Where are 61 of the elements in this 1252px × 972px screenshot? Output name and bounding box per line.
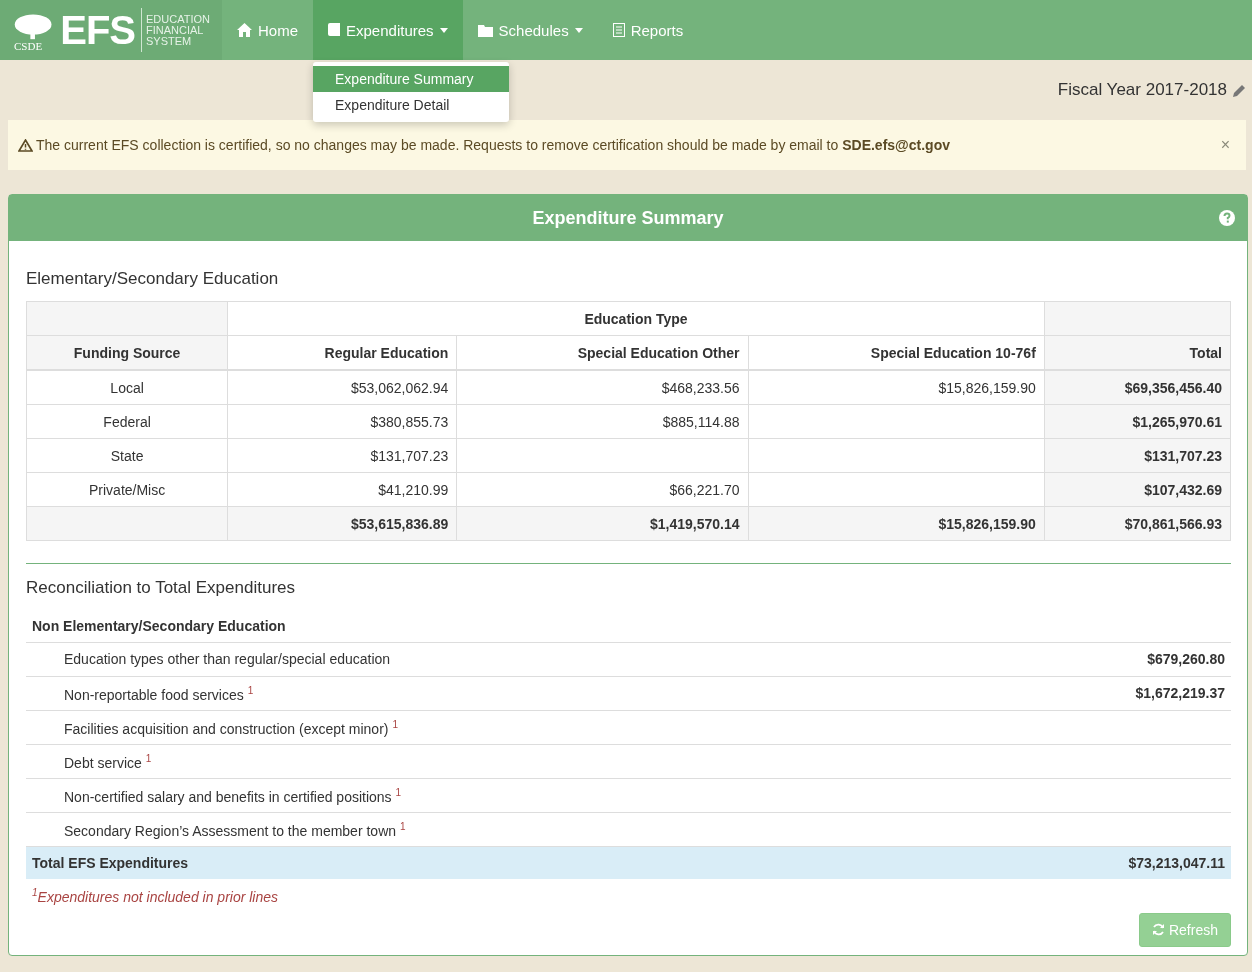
logo-title: EFS [60, 8, 143, 52]
close-button[interactable]: × [1214, 136, 1236, 154]
total-cell: $70,861,566.93 [1044, 506, 1231, 541]
total-value: $73,213,047.11 [1128, 855, 1225, 871]
table-cell: $131,707.23 [1044, 438, 1231, 473]
nav-item[interactable]: Expenditures [313, 0, 463, 60]
total-cell: $53,615,836.89 [227, 506, 457, 541]
section-title: Elementary/Secondary Education [26, 269, 280, 289]
table-cell: $1,265,970.61 [1044, 404, 1231, 439]
reconciliation-value: $679,260.80 [1147, 651, 1225, 668]
column-header: Total [1044, 335, 1231, 370]
table-cell: Federal [26, 404, 228, 439]
column-header: Regular Education [227, 335, 457, 370]
column-group-header: Education Type [227, 301, 1045, 336]
logo-subtitle: EDUCATION FINANCIAL SYSTEM [146, 13, 210, 47]
column-header: Special Education 10-76f [748, 335, 1045, 370]
total-cell: $1,419,570.14 [456, 506, 748, 541]
book-icon [328, 22, 340, 38]
home-icon [237, 23, 252, 37]
reconciliation-value: $1,672,219.37 [1135, 685, 1225, 702]
list-icon [612, 23, 625, 37]
folder-icon [477, 23, 493, 37]
fiscal-year: Fiscal Year 2017-2018 [1057, 80, 1227, 100]
table-cell: $131,707.23 [227, 438, 457, 473]
footnote: $^{1}$Expenditures not included in prior lines [31, 886, 280, 907]
table-cell: $107,432.69 [1044, 472, 1231, 507]
table-cell: Private/Misc [26, 472, 228, 507]
reconciliation-label: Education types other than regular/special education [64, 651, 391, 668]
panel-title: Expenditure Summary [532, 207, 724, 229]
pencil-icon[interactable] [1233, 83, 1246, 97]
total-cell: $15,826,159.90 [748, 506, 1045, 541]
reconciliation-label: Debt service $^{1}$ [64, 753, 152, 770]
menu-item[interactable]: Expenditure Summary [313, 66, 509, 92]
table-cell: $15,826,159.90 [748, 370, 1045, 405]
reconciliation-label: Non-certified salary and benefits in certified positions $^{1}$ [64, 787, 402, 804]
table-cell: $69,356,456.40 [1044, 370, 1231, 405]
table-cell: $53,062,062.94 [227, 370, 457, 405]
reconciliation-label: Facilities acquisition and construction (except minor) $^{1}$ [64, 719, 398, 736]
table-cell: $66,221.70 [456, 472, 748, 507]
total-label: Total EFS Expenditures [32, 855, 189, 871]
nav-item[interactable]: Schedules [462, 0, 598, 60]
table-cell: $468,233.56 [456, 370, 748, 405]
table-cell: $885,114.88 [456, 404, 748, 439]
alert-text: The current EFS collection is certified, so no changes may be made. Requests to remove certification should be made by email to SDE.efs@ct.gov [36, 137, 951, 153]
reconciliation-label: Secondary Region’s Assessment to the member town $^{1}$ [64, 821, 406, 838]
table-cell: $41,210.99 [227, 472, 457, 507]
group-label: Non Elementary/Secondary Education [26, 610, 1231, 643]
nav-item[interactable]: Reports [597, 0, 699, 60]
table-cell: State [26, 438, 228, 473]
menu-item[interactable]: Expenditure Detail [313, 92, 509, 118]
table-cell: Local [26, 370, 228, 405]
nav-item[interactable]: Home [222, 0, 313, 60]
table-cell: $380,855.73 [227, 404, 457, 439]
help-icon[interactable] [1219, 210, 1235, 226]
column-header: Special Education Other [456, 335, 748, 370]
column-header: Funding Source [26, 335, 228, 370]
refresh-icon [1151, 923, 1165, 937]
section-title: Reconciliation to Total Expenditures [26, 578, 296, 598]
reconciliation-label: Non-reportable food services $^{1}$ [64, 685, 254, 702]
logo-text: CSDE [14, 40, 43, 52]
warning-icon [18, 138, 33, 152]
